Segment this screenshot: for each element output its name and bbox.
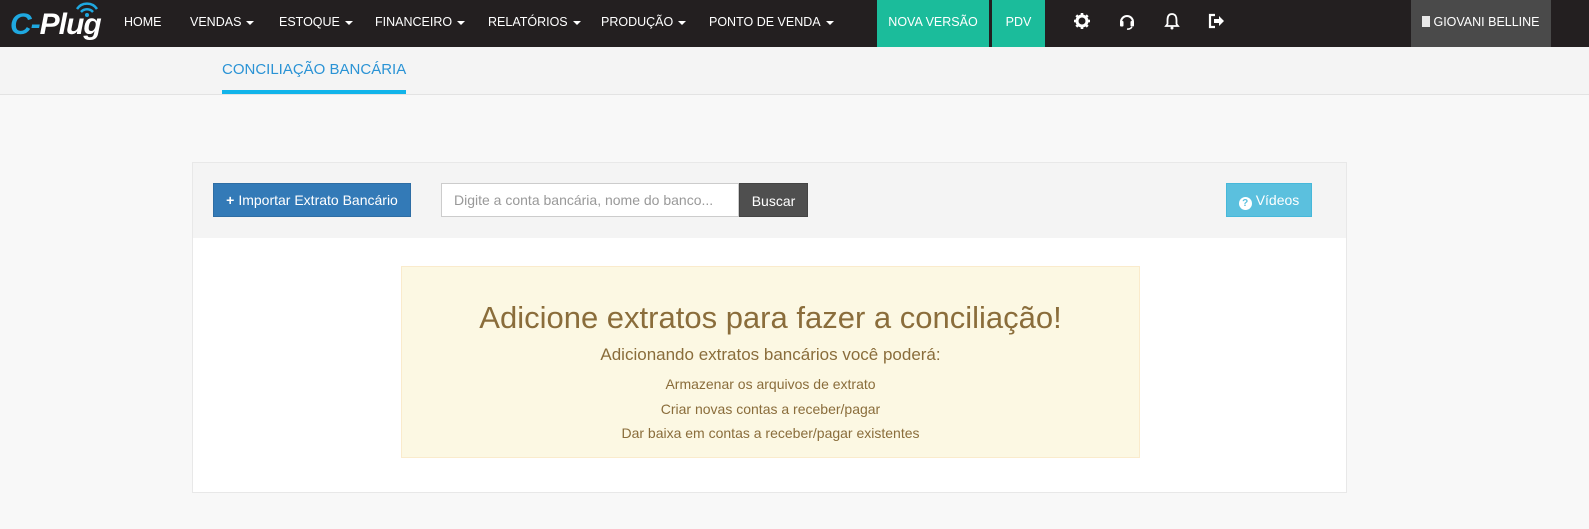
search-button[interactable]: Buscar: [739, 183, 808, 217]
nav-ponto-de-venda-label: PONTO DE VENDA: [709, 15, 821, 29]
nav-vendas-label: VENDAS: [190, 15, 242, 29]
videos-label: Vídeos: [1255, 192, 1300, 208]
nav-home-label: HOME: [124, 15, 162, 29]
nav-home[interactable]: HOME: [124, 0, 162, 47]
document-icon: [1422, 16, 1431, 27]
main-card: +Importar Extrato Bancário Buscar ?Vídeo…: [192, 162, 1347, 493]
question-circle-icon: ?: [1238, 197, 1252, 210]
plus-icon: +: [226, 192, 235, 208]
alert-line: Criar novas contas a receber/pagar: [660, 401, 881, 417]
caret-down-icon: [457, 20, 466, 25]
alert-title: Adicione extratos para fazer a conciliaç…: [479, 300, 1062, 335]
card-toolbar: +Importar Extrato Bancário Buscar ?Vídeo…: [193, 163, 1346, 238]
alert-line: Dar baixa em contas a receber/pagar exis…: [621, 425, 920, 441]
import-statement-button[interactable]: + Importar Extrato Bancário: [213, 183, 411, 217]
nav-financeiro-label: FINANCEIRO: [375, 15, 453, 29]
headset-icon[interactable]: [1117, 11, 1137, 31]
empty-state-alert: Adicione extratos para fazer a conciliaç…: [401, 266, 1140, 458]
user-name: GIOVANI BELLINE: [1433, 15, 1540, 29]
nav-ponto-de-venda[interactable]: PONTO DE VENDA: [709, 0, 834, 47]
nav-producao-label: PRODUÇÃO: [601, 15, 674, 29]
pdv-button[interactable]: PDV: [992, 0, 1045, 47]
bell-icon[interactable]: [1162, 11, 1182, 31]
logout-icon[interactable]: [1207, 11, 1227, 31]
nova-versao-button[interactable]: NOVA VERSÃO: [877, 0, 989, 47]
videos-button[interactable]: ? Vídeos: [1226, 183, 1312, 217]
tab-bar: CONCILIAÇÃO BANCÁRIA: [0, 47, 1589, 95]
nav-vendas[interactable]: VENDAS: [190, 0, 255, 47]
alert-subtitle: Adicionando extratos bancários você pode…: [600, 345, 941, 364]
nav-relatorios-label: RELATÓRIOS: [488, 15, 568, 29]
caret-down-icon: [678, 20, 687, 25]
caret-down-icon: [572, 20, 581, 25]
gear-icon[interactable]: [1072, 11, 1092, 31]
nav-relatorios[interactable]: RELATÓRIOS: [488, 0, 581, 47]
user-menu-button[interactable]: GIOVANI BELLINE: [1411, 0, 1551, 47]
cplug-logo[interactable]: C-Plug: [10, 2, 102, 44]
wifi-icon: [75, 2, 99, 17]
nav-estoque-label: ESTOQUE: [279, 15, 340, 29]
alert-line: Armazenar os arquivos de extrato: [665, 376, 876, 392]
nav-producao[interactable]: PRODUÇÃO: [601, 0, 687, 47]
search-input[interactable]: [441, 183, 739, 217]
caret-down-icon: [825, 20, 834, 25]
top-navbar: C-Plug HOME VENDAS ESTOQUE FINANCEIRO RE…: [0, 0, 1589, 47]
nav-financeiro[interactable]: FINANCEIRO: [375, 0, 466, 47]
tab-conciliacao-bancaria[interactable]: CONCILIAÇÃO BANCÁRIA: [222, 47, 407, 94]
caret-down-icon: [246, 20, 255, 25]
import-statement-label: Importar Extrato Bancário: [238, 192, 398, 208]
caret-down-icon: [344, 20, 353, 25]
nav-estoque[interactable]: ESTOQUE: [279, 0, 353, 47]
